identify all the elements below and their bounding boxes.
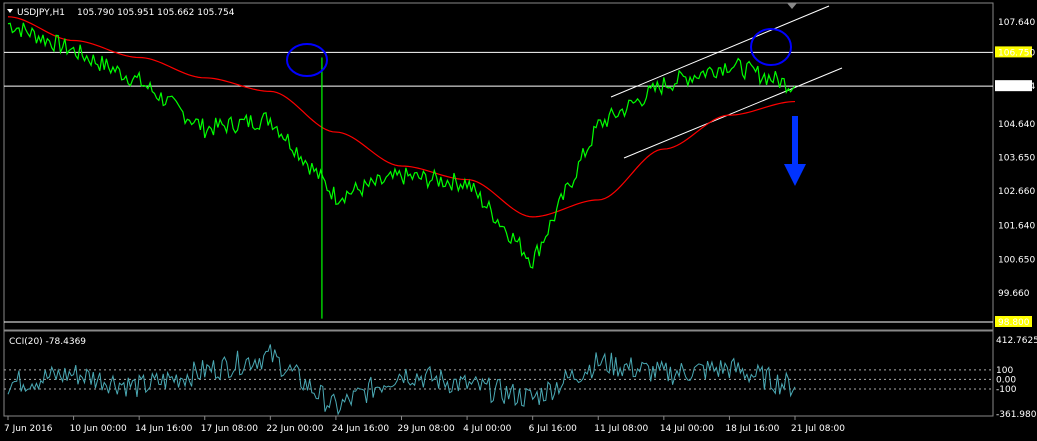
price-tick-label: 105.754 (998, 82, 1035, 92)
time-tick-label: 14 Jun 16:00 (135, 424, 192, 434)
cci-line[interactable] (7, 344, 796, 416)
cci-tick-label: 412.7625 (996, 336, 1037, 346)
price-tick-label: 104.640 (998, 120, 1035, 130)
price-tick-label: 103.650 (998, 154, 1035, 164)
time-tick-label: 10 Jun 00:00 (70, 424, 127, 434)
moving-average-line[interactable] (7, 16, 796, 218)
time-tick-label: 24 Jun 16:00 (332, 424, 389, 434)
price-tick-label: 102.660 (998, 187, 1035, 197)
dropdown-triangle-icon[interactable] (7, 9, 13, 13)
cci-tick-label: -361.9809 (996, 410, 1037, 420)
channel-upper-line[interactable] (610, 5, 830, 98)
time-tick-label: 22 Jun 00:00 (266, 424, 323, 434)
cci-line-layer (4, 344, 993, 416)
cci-tick-label: 100 (996, 366, 1013, 376)
down-arrow-icon (784, 116, 806, 186)
chart-header: USDJPY,H1 105.790 105.951 105.662 105.75… (7, 8, 235, 18)
time-tick-label: 17 Jun 08:00 (201, 424, 258, 434)
scroll-marker-icon[interactable] (787, 3, 797, 9)
annotation-circle-left[interactable] (286, 43, 328, 77)
time-tick-label: 11 Jul 08:00 (594, 424, 648, 434)
trend-channel[interactable] (610, 5, 843, 159)
time-tick-label: 29 Jun 08:00 (398, 424, 455, 434)
price-tick-label: 106.750 (998, 48, 1035, 58)
cci-label: CCI(20) -78.4369 (9, 337, 86, 347)
cci-tick-label: -100 (996, 385, 1017, 395)
time-axis: 7 Jun 2016 10 Jun 00:00 14 Jun 16:00 17 Jun… (4, 416, 845, 434)
time-tick-label: 18 Jul 16:00 (725, 424, 779, 434)
time-tick-label: 14 Jul 00:00 (660, 424, 714, 434)
moving-average-layer (7, 16, 796, 218)
time-tick-label: 21 Jul 08:00 (791, 424, 845, 434)
chart-window: USDJPY,H1 105.790 105.951 105.662 105.75… (0, 0, 1037, 441)
time-tick-label: 6 Jul 16:00 (529, 424, 578, 434)
price-tick-label: 100.650 (998, 255, 1035, 265)
horizontal-lines (4, 51, 993, 323)
time-tick-label: 7 Jun 2016 (4, 424, 53, 434)
price-axis: 107.640 106.750 105.754 104.640 103.650 102.6… (995, 18, 1035, 328)
cci-tick-label: 0.00 (996, 375, 1016, 385)
ohlc-quote: 105.790 105.951 105.662 105.754 (77, 8, 235, 18)
symbol-label: USDJPY,H1 (17, 8, 65, 18)
price-tick-label: 99.660 (998, 289, 1030, 299)
price-tick-label: 107.640 (998, 18, 1035, 28)
annotation-circle-right[interactable] (750, 28, 792, 66)
price-tick-label: 98.800 (998, 318, 1030, 328)
price-line-layer (7, 22, 796, 319)
channel-lower-line[interactable] (623, 67, 843, 159)
time-tick-label: 4 Jul 00:00 (463, 424, 512, 434)
cci-axis: 412.7625 1000.00-100 -361.9809 (996, 336, 1037, 420)
price-tick-label: 101.640 (998, 222, 1035, 232)
price-chart[interactable]: USDJPY,H1 105.790 105.951 105.662 105.75… (0, 0, 1037, 441)
